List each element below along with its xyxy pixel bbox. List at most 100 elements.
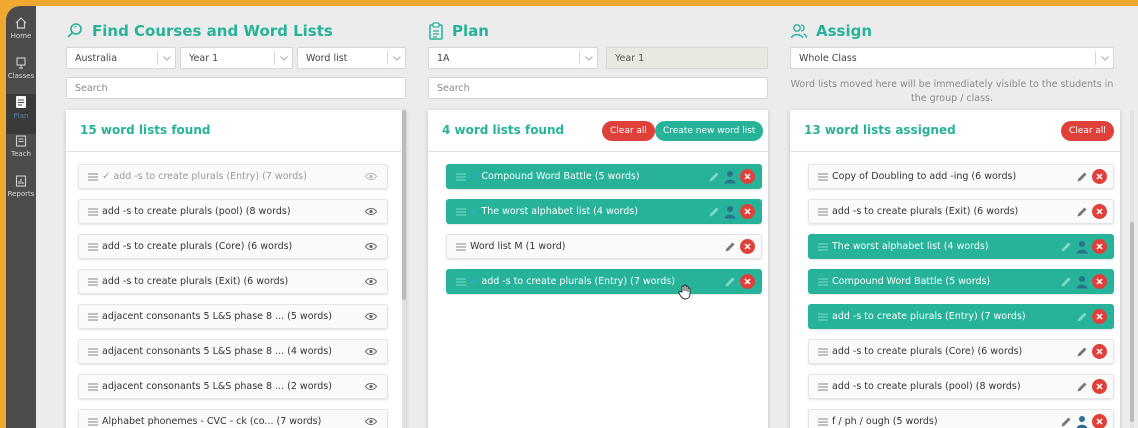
drag-handle-icon[interactable] [456,243,466,251]
edit-pencil-icon[interactable] [1076,311,1088,323]
plan-list-item[interactable]: ✓ The worst alphabet list (4 words) [446,199,762,224]
chevron-down-icon [274,51,292,65]
assigned-user-icon[interactable] [724,205,736,219]
find-list-item[interactable]: adjacent consonants 5 L&S phase 8 ... (4… [78,339,388,364]
drag-handle-icon[interactable] [88,418,98,426]
plan-search-input[interactable] [428,77,768,99]
drag-handle-icon[interactable] [818,348,828,356]
remove-button[interactable] [1092,379,1107,394]
find-scrollbar-thumb[interactable] [402,110,406,300]
plan-list-item[interactable]: ✓ Compound Word Battle (5 words) [446,164,762,189]
drag-handle-icon[interactable] [818,173,828,181]
group-select[interactable]: Whole Class [790,47,1114,69]
assign-list-item[interactable]: Copy of Doubling to add -ing (6 words) [808,164,1114,189]
remove-button[interactable] [740,274,755,289]
drag-handle-icon[interactable] [818,208,828,216]
drag-handle-icon[interactable] [88,313,98,321]
drag-handle-icon[interactable] [456,173,466,181]
remove-button[interactable] [740,204,755,219]
eye-icon[interactable] [365,172,377,181]
drag-handle-icon[interactable] [88,173,98,181]
create-word-list-button[interactable]: Create new word list [655,121,764,141]
eye-icon[interactable] [365,347,377,356]
eye-icon[interactable] [365,207,377,216]
row-actions [1076,379,1107,394]
drag-handle-icon[interactable] [88,383,98,391]
assign-list-item[interactable]: add -s to create plurals (pool) (8 words… [808,374,1114,399]
edit-pencil-icon[interactable] [1076,381,1088,393]
drag-handle-icon[interactable] [88,208,98,216]
find-list-item[interactable]: adjacent consonants 5 L&S phase 8 ... (2… [78,374,388,399]
plan-list-item[interactable]: ✓ add -s to create plurals (Entry) (7 wor… [446,269,762,294]
remove-button[interactable] [740,239,755,254]
assign-scrollbar[interactable] [1130,110,1134,428]
country-select[interactable]: Australia [66,47,176,69]
eye-icon[interactable] [365,312,377,321]
list-type-select[interactable]: Word list [297,47,406,69]
plan-year-value: Year 1 [615,52,645,64]
sidebar-item-classes[interactable]: Classes [6,56,36,96]
drag-handle-icon[interactable] [88,348,98,356]
edit-pencil-icon[interactable] [724,276,736,288]
drag-handle-icon[interactable] [456,278,466,286]
assigned-user-icon[interactable] [1076,240,1088,254]
drag-handle-icon[interactable] [818,418,828,426]
remove-button[interactable] [1092,309,1107,324]
assign-list-item[interactable]: add -s to create plurals (Entry) (7 word… [808,304,1114,329]
edit-pencil-icon[interactable] [1076,346,1088,358]
edit-pencil-icon[interactable] [1076,206,1088,218]
assign-list-item[interactable]: add -s to create plurals (Exit) (6 words… [808,199,1114,224]
assign-list-item[interactable]: Compound Word Battle (5 words) [808,269,1114,294]
word-list-label: add -s to create plurals (Core) (6 words… [832,346,1023,357]
find-list-item[interactable]: Alphabet phonemes - CVC - ck (co... (7 w… [78,409,388,428]
assign-list-item[interactable]: The worst alphabet list (4 words) [808,234,1114,259]
remove-button[interactable] [1092,204,1107,219]
remove-button[interactable] [1092,169,1107,184]
edit-pencil-icon[interactable] [1060,416,1072,428]
find-list-item[interactable]: adjacent consonants 5 L&S phase 8 ... (5… [78,304,388,329]
plan-clear-all-button[interactable]: Clear all [602,121,655,141]
plan-list-item[interactable]: Word list M (1 word) [446,234,762,259]
sidebar-item-teach[interactable]: Teach [6,134,36,174]
edit-pencil-icon[interactable] [1076,171,1088,183]
remove-button[interactable] [1092,414,1107,428]
remove-button[interactable] [740,169,755,184]
sidebar-item-plan[interactable]: Plan [6,94,36,134]
assign-list-item[interactable]: f / ph / ough (5 words) [808,409,1114,428]
remove-button[interactable] [1092,274,1107,289]
assign-clear-all-button[interactable]: Clear all [1061,121,1114,141]
edit-pencil-icon[interactable] [724,241,736,253]
edit-pencil-icon[interactable] [708,171,720,183]
find-scrollbar[interactable] [402,110,406,428]
drag-handle-icon[interactable] [88,243,98,251]
sidebar-item-home[interactable]: Home [6,16,36,56]
find-list-item[interactable]: add -s to create plurals (Core) (6 words… [78,234,388,259]
remove-button[interactable] [1092,344,1107,359]
eye-icon[interactable] [365,242,377,251]
drag-handle-icon[interactable] [88,278,98,286]
find-search-input[interactable] [66,77,406,99]
drag-handle-icon[interactable] [818,313,828,321]
find-list-item[interactable]: add -s to create plurals (pool) (8 words… [78,199,388,224]
find-list-item[interactable]: add -s to create plurals (Exit) (6 words… [78,269,388,294]
drag-handle-icon[interactable] [818,243,828,251]
year-select[interactable]: Year 1 [180,47,293,69]
edit-pencil-icon[interactable] [1060,241,1072,253]
eye-icon[interactable] [365,277,377,286]
edit-pencil-icon[interactable] [1060,276,1072,288]
remove-button[interactable] [1092,239,1107,254]
drag-handle-icon[interactable] [818,383,828,391]
sidebar-item-reports[interactable]: Reports [6,174,36,214]
class-select[interactable]: 1A [428,47,598,69]
assign-list-item[interactable]: add -s to create plurals (Core) (6 words… [808,339,1114,364]
eye-icon[interactable] [365,382,377,391]
assigned-user-icon[interactable] [1076,415,1088,428]
drag-handle-icon[interactable] [818,278,828,286]
assigned-user-icon[interactable] [724,170,736,184]
edit-pencil-icon[interactable] [708,206,720,218]
assign-scrollbar-thumb[interactable] [1130,222,1134,422]
find-list-item[interactable]: ✓ add -s to create plurals (Entry) (7 wor… [78,164,388,189]
eye-icon[interactable] [365,417,377,426]
drag-handle-icon[interactable] [456,208,466,216]
assigned-user-icon[interactable] [1076,275,1088,289]
